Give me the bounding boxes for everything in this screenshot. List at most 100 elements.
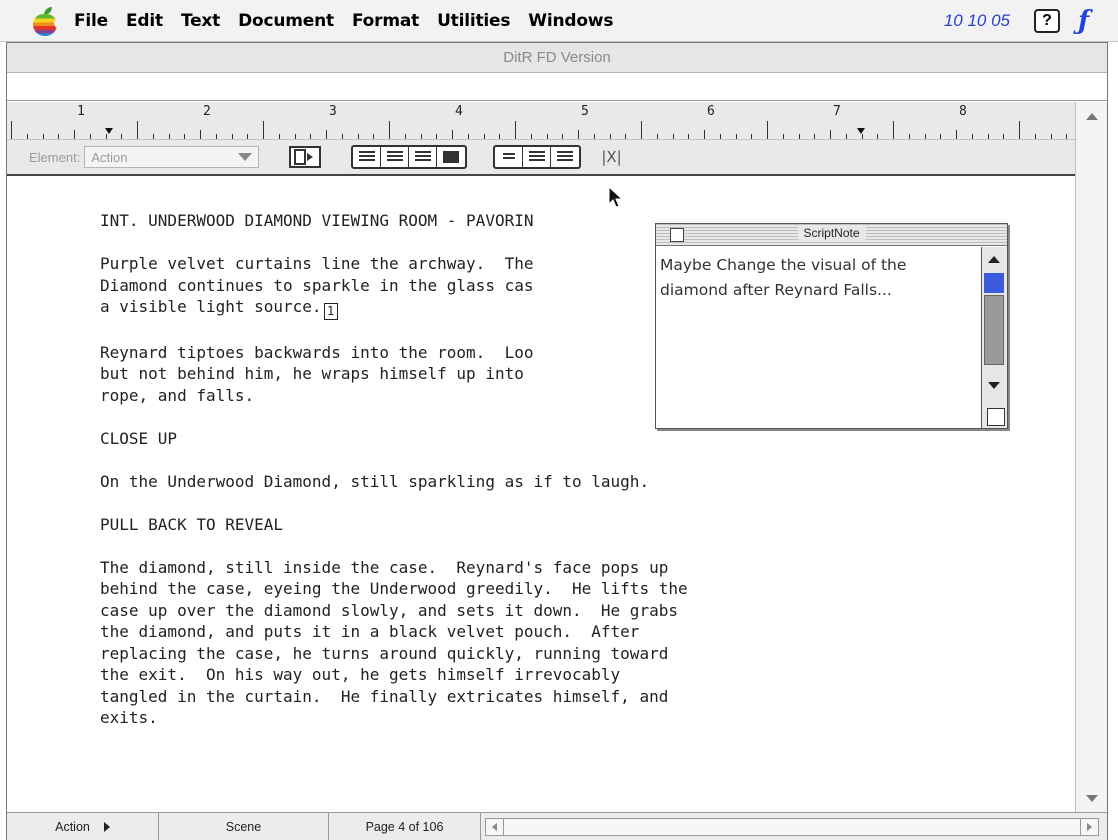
ruler-tick <box>42 134 44 139</box>
ruler-tick <box>735 134 737 139</box>
ruler-tick <box>530 134 532 139</box>
scroll-right-arrow[interactable] <box>1080 818 1098 835</box>
arrow-up-icon <box>1086 112 1098 120</box>
apple-menu-icon[interactable] <box>30 6 63 36</box>
align-justify-button[interactable] <box>437 147 465 167</box>
menu-windows[interactable]: Windows <box>528 11 613 31</box>
ruler-tick <box>263 121 264 139</box>
menu-file[interactable]: File <box>74 11 108 31</box>
page-status[interactable]: Page 4 of 106 <box>329 813 481 840</box>
menu-clock[interactable]: 10 10 05 <box>944 11 1010 31</box>
ruler-tick <box>1050 134 1052 139</box>
ruler-tick <box>483 134 485 139</box>
ruler-tick <box>845 134 847 139</box>
ruler-tick <box>452 130 453 139</box>
ruler-tick <box>420 134 422 139</box>
ruler-tick <box>609 134 611 139</box>
scriptnote-scroll-up[interactable] <box>982 249 1006 269</box>
menu-format[interactable]: Format <box>352 11 419 31</box>
scriptnote-scroll-thumb[interactable] <box>984 295 1004 365</box>
scriptnote-text-area[interactable]: Maybe Change the visual of the diamond a… <box>656 247 982 428</box>
ruler-tick <box>184 134 186 139</box>
transition-pull-back[interactable]: PULL BACK TO REVEAL <box>100 514 860 536</box>
scriptnote-title-bar[interactable]: ScriptNote <box>656 224 1007 246</box>
spacing-onehalf-icon <box>528 151 545 163</box>
chevron-down-icon <box>238 153 253 161</box>
ruler-tick <box>751 134 753 139</box>
ruler-number: 2 <box>203 104 211 119</box>
scriptnote-scroll-down[interactable] <box>982 375 1006 395</box>
ruler-tick <box>341 134 343 139</box>
ruler-tick <box>74 130 75 139</box>
scriptnote-window[interactable]: ScriptNote Maybe Change the visual of th… <box>655 223 1008 429</box>
ruler-tick <box>152 134 154 139</box>
element-dropdown[interactable]: Action <box>84 146 260 168</box>
scroll-left-arrow[interactable] <box>486 818 504 835</box>
scriptnote-scrollbar[interactable] <box>981 247 1007 428</box>
menu-text[interactable]: Text <box>181 11 220 31</box>
final-draft-f-icon[interactable]: ƒ <box>1076 8 1098 34</box>
page-status-label: Page 4 of 106 <box>365 819 444 834</box>
ruler-tick <box>719 134 721 139</box>
right-margin-marker[interactable] <box>857 128 865 134</box>
transition-close-up[interactable]: CLOSE UP <box>100 428 860 450</box>
menu-edit[interactable]: Edit <box>126 11 163 31</box>
arrow-right-icon <box>1087 822 1092 831</box>
horizontal-scrollbar[interactable] <box>485 817 1099 836</box>
align-right-button[interactable] <box>381 147 410 167</box>
align-left-button[interactable] <box>353 147 382 167</box>
arrow-left-icon <box>492 822 497 831</box>
spacing-single-button[interactable] <box>495 147 524 167</box>
header-strip <box>7 73 1107 101</box>
ruler-tick <box>1019 121 1020 139</box>
format-toolbar: Element: Action |X| <box>7 140 1075 176</box>
ruler-tick <box>105 134 107 139</box>
ruler-number: 7 <box>833 104 841 119</box>
ruler-tick <box>562 134 564 139</box>
ruler-tick <box>578 130 579 139</box>
element-dropdown-value: Action <box>91 149 128 165</box>
close-box-icon[interactable] <box>670 228 684 242</box>
ruler-tick <box>641 121 642 139</box>
window-title-bar[interactable]: DitR FD Version <box>7 43 1107 73</box>
ruler-tick <box>782 134 784 139</box>
menu-utilities[interactable]: Utilities <box>437 11 510 31</box>
spacing-onehalf-button[interactable] <box>523 147 552 167</box>
help-question-icon[interactable]: ? <box>1034 8 1060 33</box>
action-paragraph[interactable]: The diamond, still inside the case. Reyn… <box>100 557 860 729</box>
ruler-tick <box>499 134 501 139</box>
insert-break-button[interactable] <box>289 146 322 168</box>
menu-document[interactable]: Document <box>238 11 334 31</box>
ruler[interactable]: 1 2 3 4 5 6 7 8 <box>7 102 1075 140</box>
ruler-tick <box>200 130 201 139</box>
menu-bar: File Edit Text Document Format Utilities… <box>0 0 1118 42</box>
vertical-scrollbar[interactable] <box>1075 102 1107 812</box>
ruler-tick <box>278 134 280 139</box>
arrow-up-icon <box>988 255 1000 263</box>
ruler-number: 6 <box>707 104 715 119</box>
scroll-up-arrow[interactable] <box>1076 104 1108 128</box>
page-arrow-icon <box>294 149 314 165</box>
ruler-number: 4 <box>455 104 463 119</box>
element-status-popup[interactable]: Action <box>7 813 159 840</box>
ruler-tick <box>168 134 170 139</box>
left-margin-marker[interactable] <box>105 128 113 134</box>
ruler-tick <box>247 134 249 139</box>
ruler-tick <box>940 134 942 139</box>
ruler-tick <box>861 134 863 139</box>
action-text: Purple velvet curtains line the archway.… <box>100 254 534 316</box>
script-note-marker[interactable]: 1 <box>323 303 338 320</box>
close-toolbar-icon[interactable]: |X| <box>601 148 621 166</box>
scene-status[interactable]: Scene <box>159 813 329 840</box>
ruler-tick <box>971 134 973 139</box>
scene-status-label: Scene <box>225 819 262 834</box>
spacing-double-button[interactable] <box>551 147 579 167</box>
ruler-tick <box>1066 134 1068 139</box>
align-center-button[interactable] <box>409 147 438 167</box>
ruler-tick <box>546 134 548 139</box>
action-paragraph[interactable]: On the Underwood Diamond, still sparklin… <box>100 471 860 493</box>
scroll-down-arrow[interactable] <box>1076 786 1108 810</box>
resize-grow-icon[interactable] <box>987 408 1005 426</box>
ruler-tick <box>310 134 312 139</box>
status-bar: Action Scene Page 4 of 106 <box>7 812 1107 840</box>
